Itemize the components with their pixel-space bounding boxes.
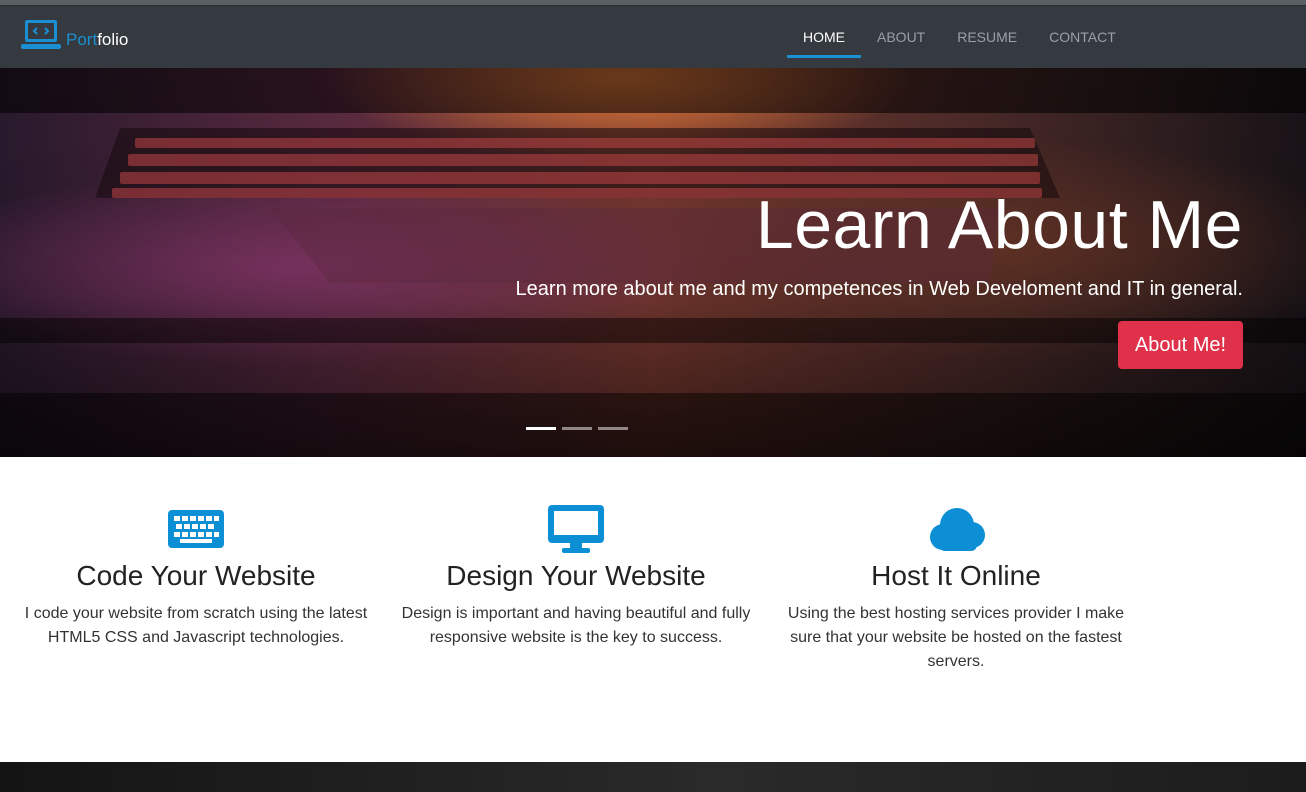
hero-title: Learn About Me <box>755 187 1243 263</box>
features-section: Code Your Website I code your website fr… <box>0 457 1306 762</box>
carousel-indicator-3[interactable] <box>598 427 628 430</box>
navbar: Portfolio HOME ABOUT RESUME CONTACT <box>0 6 1306 68</box>
feature-text: I code your website from scratch using t… <box>24 605 368 646</box>
brand-name: Portfolio <box>66 30 129 49</box>
cloud-icon <box>781 505 1131 553</box>
feature-title: Host It Online <box>871 560 1041 591</box>
laptop-code-icon <box>21 20 61 49</box>
feature-text: Design is important and having beautiful… <box>401 605 751 646</box>
carousel-indicator-2[interactable] <box>562 427 592 430</box>
hero-subtitle: Learn more about me and my competences i… <box>515 278 1243 300</box>
main-nav: HOME ABOUT RESUME CONTACT <box>787 6 1132 68</box>
carousel-indicator-1[interactable] <box>526 427 556 430</box>
nav-home[interactable]: HOME <box>787 6 861 68</box>
keyboard-icon <box>21 505 371 553</box>
brand-logo[interactable]: Portfolio <box>20 18 128 52</box>
feature-code: Code Your Website I code your website fr… <box>21 505 371 650</box>
hero-carousel: Learn About Me Learn more about me and m… <box>0 68 1306 457</box>
nav-about[interactable]: ABOUT <box>861 6 941 68</box>
feature-design: Design Your Website Design is important … <box>401 505 751 650</box>
about-me-button[interactable]: About Me! <box>1118 321 1243 369</box>
feature-title: Code Your Website <box>76 560 316 591</box>
desktop-icon <box>401 505 751 553</box>
feature-host: Host It Online Using the best hosting se… <box>781 505 1131 674</box>
next-section-background <box>0 762 1306 792</box>
feature-text: Using the best hosting services provider… <box>787 605 1125 670</box>
carousel-indicators <box>526 427 628 430</box>
nav-contact[interactable]: CONTACT <box>1033 6 1132 68</box>
feature-title: Design Your Website <box>446 560 706 591</box>
nav-resume[interactable]: RESUME <box>941 6 1033 68</box>
